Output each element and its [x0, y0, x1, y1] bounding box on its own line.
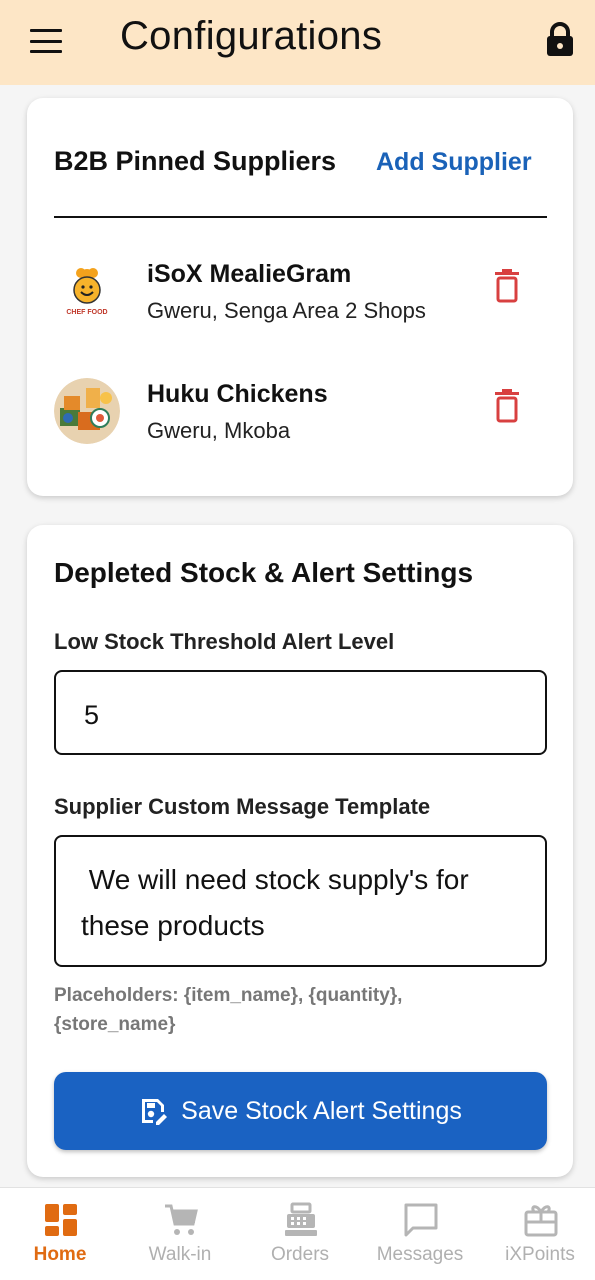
- cart-icon: [163, 1202, 199, 1238]
- save-edit-icon: [139, 1096, 169, 1126]
- lock-icon[interactable]: [543, 22, 577, 58]
- pinned-suppliers-title: B2B Pinned Suppliers: [54, 146, 337, 176]
- template-label: Supplier Custom Message Template: [54, 794, 431, 819]
- add-supplier-button[interactable]: Add Supplier: [376, 148, 532, 177]
- supplier-item[interactable]: CHEF FOOD iSoX MealieGram Gweru, Senga A…: [27, 258, 573, 348]
- home-grid-icon: [43, 1202, 79, 1238]
- nav-label: Messages: [376, 1244, 464, 1265]
- nav-label: Home: [33, 1244, 87, 1265]
- supplier-logo: CHEF FOOD: [54, 258, 120, 324]
- pinned-suppliers-card: B2B Pinned Suppliers Add Supplier CHEF F…: [27, 98, 573, 496]
- bottom-nav: Home Walk-in Orders Messages iXPoints: [0, 1187, 595, 1280]
- supplier-name: Huku Chickens: [147, 380, 328, 408]
- message-icon: [403, 1202, 439, 1238]
- nav-walk-in[interactable]: Walk-in: [120, 1188, 240, 1280]
- delete-icon[interactable]: [492, 268, 522, 304]
- supplier-location: Gweru, Mkoba: [147, 418, 291, 443]
- supplier-item[interactable]: Huku Chickens Gweru, Mkoba: [27, 378, 573, 468]
- supplier-name: iSoX MealieGram: [147, 260, 352, 288]
- menu-icon[interactable]: [30, 27, 64, 55]
- nav-label: Orders: [270, 1244, 330, 1265]
- divider: [54, 216, 547, 218]
- nav-ixpoints[interactable]: iXPoints: [480, 1188, 595, 1280]
- threshold-input[interactable]: 5: [54, 670, 547, 755]
- save-button-label: Save Stock Alert Settings: [181, 1096, 462, 1125]
- nav-label: iXPoints: [505, 1244, 575, 1265]
- message-template-input[interactable]: We will need stock supply's for these pr…: [54, 835, 547, 967]
- alert-settings-title: Depleted Stock & Alert Settings: [54, 557, 474, 588]
- threshold-label: Low Stock Threshold Alert Level: [54, 629, 395, 654]
- nav-home[interactable]: Home: [0, 1188, 120, 1280]
- nav-messages[interactable]: Messages: [360, 1188, 480, 1280]
- app-bar: Configurations: [0, 0, 595, 85]
- supplier-location: Gweru, Senga Area 2 Shops: [147, 298, 426, 323]
- alert-settings-card: Depleted Stock & Alert Settings Low Stoc…: [27, 525, 573, 1177]
- placeholders-hint: Placeholders: {item_name}, {quantity}, {…: [54, 985, 403, 1035]
- delete-icon[interactable]: [492, 388, 522, 424]
- logo-text: CHEF FOOD: [66, 309, 107, 316]
- nav-orders[interactable]: Orders: [240, 1188, 360, 1280]
- supplier-logo: [54, 378, 120, 444]
- register-icon: [283, 1202, 319, 1238]
- page-title: Configurations: [120, 14, 383, 58]
- gift-icon: [523, 1202, 559, 1238]
- nav-label: Walk-in: [148, 1244, 212, 1265]
- save-stock-alert-button[interactable]: Save Stock Alert Settings: [54, 1072, 547, 1150]
